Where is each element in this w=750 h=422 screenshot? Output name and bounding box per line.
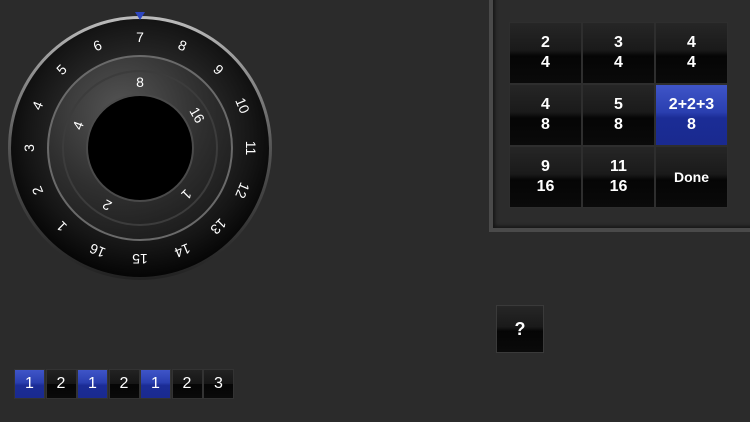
meter-bottom: 16: [609, 178, 628, 195]
meter-button-2-4[interactable]: 2 4: [509, 22, 582, 84]
meter-top: 3: [614, 34, 623, 51]
meter-bottom: 4: [541, 54, 550, 71]
beat-button-accent[interactable]: 1: [77, 369, 108, 399]
meter-button-4-4[interactable]: 4 4: [655, 22, 728, 84]
time-signature-dial[interactable]: 1 2 3 4 5 6 7 8 9 10 11 12 13 14 15 16 8 16 1 2 4: [0, 0, 280, 300]
meter-top: 2+2+3: [668, 96, 715, 113]
dial-graphic[interactable]: 123456 7 8910111213141516 816124: [0, 0, 280, 300]
beat-button[interactable]: 2: [45, 369, 77, 399]
meter-bottom: 8: [614, 116, 623, 133]
dial-outer-number: 11: [243, 141, 259, 156]
dial-center-hole: [88, 96, 192, 200]
meter-bottom: 8: [687, 116, 696, 133]
beat-button[interactable]: 2: [171, 369, 203, 399]
meter-top: 2: [541, 34, 550, 51]
meter-button-9-16[interactable]: 9 16: [509, 146, 582, 208]
meter-bottom: 16: [536, 178, 555, 195]
beat-button-accent[interactable]: 1: [140, 369, 171, 399]
beat-button-accent[interactable]: 1: [14, 369, 45, 399]
dial-outer-number: 3: [21, 144, 37, 152]
meter-top: 4: [687, 34, 696, 51]
meter-button-4-8[interactable]: 4 8: [509, 84, 582, 146]
done-label: Done: [674, 169, 709, 185]
meter-grid: 2 4 3 4 4 4 4 8 5 8 2+2+3 8 9 16 11 16 D…: [509, 22, 728, 208]
dial-outer-number: 7: [136, 29, 144, 45]
meter-top: 5: [614, 96, 623, 113]
meter-bottom: 4: [687, 54, 696, 71]
done-button[interactable]: Done: [655, 146, 728, 208]
meter-top: 11: [610, 158, 627, 175]
beat-button[interactable]: 3: [203, 369, 234, 399]
meter-top: 9: [541, 158, 550, 175]
dial-inner-number: 8: [136, 74, 144, 90]
help-button[interactable]: ?: [496, 305, 544, 353]
meter-bottom: 4: [614, 54, 623, 71]
meter-button-11-16[interactable]: 11 16: [582, 146, 655, 208]
meter-button-5-8[interactable]: 5 8: [582, 84, 655, 146]
meter-top: 4: [541, 96, 550, 113]
meter-bottom: 8: [541, 116, 550, 133]
beat-button[interactable]: 2: [108, 369, 140, 399]
meter-button-2-2-3-8[interactable]: 2+2+3 8: [655, 84, 728, 146]
meter-button-3-4[interactable]: 3 4: [582, 22, 655, 84]
beat-pattern: 1 2 1 2 1 2 3: [14, 369, 235, 399]
dial-outer-number: 15: [132, 251, 148, 267]
